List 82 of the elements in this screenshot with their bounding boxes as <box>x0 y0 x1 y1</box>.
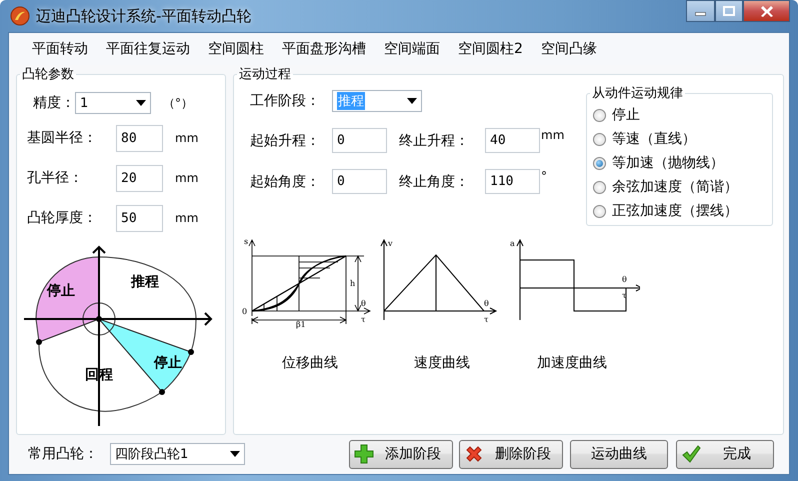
minimize-icon <box>695 12 706 16</box>
input-field[interactable]: 20 <box>116 164 163 192</box>
maximize-icon <box>722 5 736 17</box>
menu-item[interactable]: 平面转动 <box>23 40 97 58</box>
checkmark-icon <box>681 444 701 464</box>
dropdown-caret-icon <box>136 100 146 106</box>
maximize-button[interactable] <box>715 0 743 22</box>
axis-label: τ <box>622 291 626 300</box>
field-label: 起始升程： <box>250 132 321 150</box>
input-field[interactable]: 50 <box>116 204 163 232</box>
axis-label: τ <box>361 315 366 324</box>
cam-section-label: 停止 <box>154 355 182 371</box>
unit-label: mm <box>541 128 564 142</box>
field-label: 常用凸轮： <box>28 445 99 463</box>
close-icon <box>464 444 484 464</box>
field-label: 精度： <box>33 94 75 112</box>
menu-item[interactable]: 空间圆柱2 <box>449 40 532 58</box>
minimize-button[interactable] <box>686 0 715 22</box>
field-label: 基圆半径： <box>27 129 98 147</box>
radio-label[interactable]: 停止 <box>612 106 640 124</box>
delete-stage-button[interactable]: 删除阶段 <box>459 440 563 468</box>
done-button[interactable]: 完成 <box>676 440 774 468</box>
axis-label: a <box>510 239 515 248</box>
dropdown-caret-icon <box>230 451 240 457</box>
axis-label: β1 <box>296 320 306 329</box>
curve-caption: 位移曲线 <box>282 354 338 372</box>
add-stage-button[interactable]: 添加阶段 <box>349 440 453 468</box>
radio-label[interactable]: 余弦加速度（简谐） <box>612 178 738 196</box>
field-label: 孔半径： <box>27 169 84 187</box>
cam-section-label: 停止 <box>47 283 75 299</box>
unit-label: mm <box>175 131 198 145</box>
app-logo-icon <box>10 6 30 26</box>
axis-label: 0 <box>242 307 248 316</box>
field-label: 工作阶段： <box>250 92 321 110</box>
axis-label: θ <box>484 299 489 308</box>
input-field[interactable]: 110 <box>485 169 540 194</box>
input-field[interactable]: 40 <box>485 128 540 153</box>
cam-section-label: 回程 <box>85 367 113 383</box>
unit-label: ° <box>541 169 547 183</box>
menu-item[interactable]: 平面盘形沟槽 <box>273 40 375 58</box>
radio-button[interactable] <box>593 156 606 170</box>
radio-label[interactable]: 等加速（抛物线） <box>612 154 724 172</box>
unit-label: mm <box>175 211 198 225</box>
input-field[interactable]: 0 <box>332 169 387 194</box>
dropdown-caret-icon <box>407 98 417 104</box>
unit-label: （°） <box>163 94 193 112</box>
close-icon <box>760 5 774 17</box>
axis-label: h <box>350 279 356 288</box>
axis-label: τ <box>484 315 488 324</box>
radio-button[interactable] <box>593 132 606 146</box>
cam-section-label: 推程 <box>131 274 159 290</box>
radio-button[interactable] <box>593 204 606 218</box>
radio-label[interactable]: 正弦加速度（摆线） <box>612 202 738 220</box>
motion-curve-button[interactable]: 运动曲线 <box>570 440 668 468</box>
radio-button[interactable] <box>593 108 606 122</box>
field-label: 终止角度： <box>399 172 470 190</box>
group-title: 凸轮参数 <box>21 67 75 82</box>
precision-dropdown[interactable]: 1 <box>75 92 151 114</box>
menu-item[interactable]: 空间圆柱 <box>199 40 273 58</box>
menu-item[interactable]: 平面往复运动 <box>97 40 199 58</box>
input-field[interactable]: 80 <box>116 124 163 152</box>
group-title: 从动件运动规律 <box>591 86 684 101</box>
window-title: 迈迪凸轮设计系统-平面转动凸轮 <box>36 6 252 26</box>
axis-label: θ <box>361 299 366 308</box>
axis-label: v <box>388 239 393 248</box>
close-button[interactable] <box>743 0 790 22</box>
plus-icon <box>354 444 374 464</box>
axis-label: θ <box>622 275 627 284</box>
radio-button[interactable] <box>593 180 606 194</box>
input-field[interactable]: 0 <box>332 128 387 153</box>
menu-item[interactable]: 空间端面 <box>375 40 449 58</box>
menu-item[interactable]: 空间凸缘 <box>532 40 606 58</box>
axis-label: s <box>244 238 248 246</box>
common-cam-dropdown[interactable]: 四阶段凸轮1 <box>110 443 245 465</box>
field-label: 起始角度： <box>250 172 321 190</box>
unit-label: mm <box>175 171 198 185</box>
radio-label[interactable]: 等速（直线） <box>612 130 696 148</box>
curve-caption: 加速度曲线 <box>537 354 607 372</box>
curve-caption: 速度曲线 <box>414 354 470 372</box>
field-label: 终止升程： <box>399 132 470 150</box>
group-title: 运动过程 <box>238 67 292 82</box>
field-label: 凸轮厚度： <box>27 209 98 227</box>
